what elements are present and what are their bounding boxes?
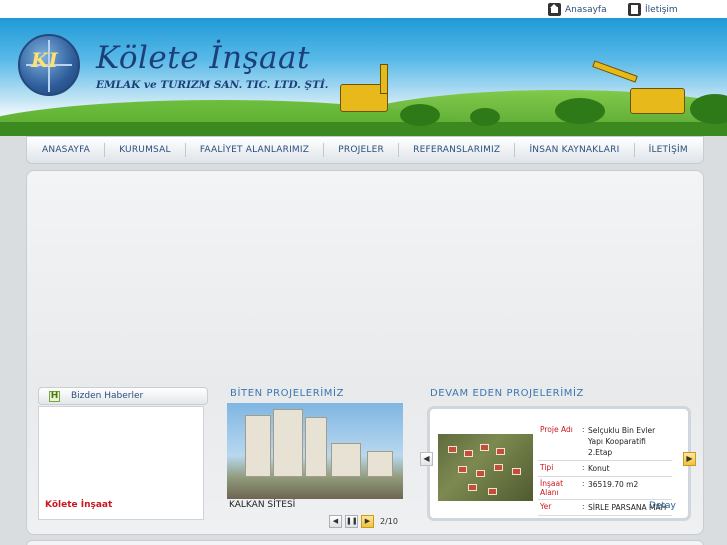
nav-item-referanslar[interactable]: REFERANSLARIMIZ [413,145,500,155]
home-icon [548,3,561,16]
nav-item-kurumsal[interactable]: KURUMSAL [119,145,171,155]
house-shape [494,464,503,471]
nav-divider [398,143,400,157]
ongoing-project-card: Proje Adı : Selçuklu Bin Evler Yapı Koop… [427,406,691,521]
building-shape [367,451,393,477]
info-key: Yer [540,502,552,511]
info-row-project-name: Proje Adı : Selçuklu Bin Evler Yapı Koop… [538,423,672,461]
house-shape [480,444,489,451]
house-shape [496,448,505,455]
top-contact-link[interactable]: İletişim [628,2,678,17]
house-shape [458,466,467,473]
nav-item-faaliyet[interactable]: FAALİYET ALANLARIMIZ [200,145,309,155]
building-icon [628,3,641,16]
nav-divider [104,143,106,157]
slider-pager: 2/10 [380,517,398,526]
completed-projects-title: BİTEN PROJELERİMİZ [230,388,345,399]
house-shape [448,446,457,453]
detail-link[interactable]: Detay [649,501,676,511]
nav-item-insan-kaynaklari[interactable]: İNSAN KAYNAKLARI [529,145,619,155]
info-key: Tipi [540,463,554,472]
info-value: 36519.70 m2 [588,480,639,489]
news-box: Kölete İnşaat [38,406,204,520]
ongoing-project-image[interactable] [438,434,533,501]
news-item[interactable]: Kölete İnşaat [45,500,112,510]
ongoing-prev-arrow[interactable]: ◀ [420,452,433,466]
nav-divider [323,143,325,157]
house-shape [488,488,497,495]
excavator-image [630,88,685,114]
header-banner: KI Kölete İnşaat EMLAK ve TURIZM SAN. TI… [0,18,727,136]
house-shape [476,470,485,477]
excavator-arm [592,60,638,83]
top-contact-label: İletişim [645,4,678,15]
banner-tree [400,104,440,126]
completed-project-image[interactable] [227,403,403,499]
building-shape [273,409,303,477]
info-key: İnşaat Alanı [540,479,564,497]
ongoing-projects-title: DEVAM EDEN PROJELERİMİZ [430,388,584,399]
house-shape [512,468,521,475]
info-value: Selçuklu Bin Evler Yapı Kooparatifi 2.Et… [588,426,656,457]
nav-item-anasayfa[interactable]: ANASAYFA [42,145,90,155]
building-shape [305,417,327,477]
banner-tree [470,108,500,126]
info-key: Proje Adı [540,425,573,434]
info-row-area: İnşaat Alanı : 36519.70 m2 [538,477,672,500]
house-shape [468,484,477,491]
nav-item-iletisim[interactable]: İLETİŞİM [649,145,688,155]
ongoing-next-arrow[interactable]: ▶ [683,452,696,466]
nav-divider [184,143,186,157]
main-nav: ANASAYFA KURUMSAL FAALİYET ALANLARIMIZ P… [26,136,704,164]
top-home-link[interactable]: Anasayfa [548,2,607,17]
nav-divider [633,143,635,157]
completed-project-caption: KALKAN SİTESİ [229,500,296,510]
slider-pause-button[interactable]: ❚❚ [345,515,358,528]
building-shape [331,443,361,477]
nav-item-projeler[interactable]: PROJELER [338,145,384,155]
banner-grass [0,122,727,136]
building-shape [245,415,271,477]
house-shape [464,450,473,457]
top-home-label: Anasayfa [565,4,607,15]
nav-divider [514,143,516,157]
backhoe-arm [380,64,388,94]
banner-tree [555,98,605,124]
top-bar: Anasayfa İletişim [0,0,727,18]
slider-prev-button[interactable]: ◀ [329,515,342,528]
news-title: Bizden Haberler [71,391,144,401]
news-header: H Bizden Haberler [38,387,208,405]
info-value: Konut [588,464,610,473]
info-row-type: Tipi : Konut [538,461,672,477]
company-name: Kölete İnşaat [96,40,310,76]
logo-initials: KI [31,48,58,72]
footer-strip [26,540,704,545]
news-h-icon: H [49,391,60,402]
slider-next-button[interactable]: ▶ [361,515,374,528]
company-subtitle: EMLAK ve TURIZM SAN. TIC. LTD. ŞTİ. [96,79,329,91]
